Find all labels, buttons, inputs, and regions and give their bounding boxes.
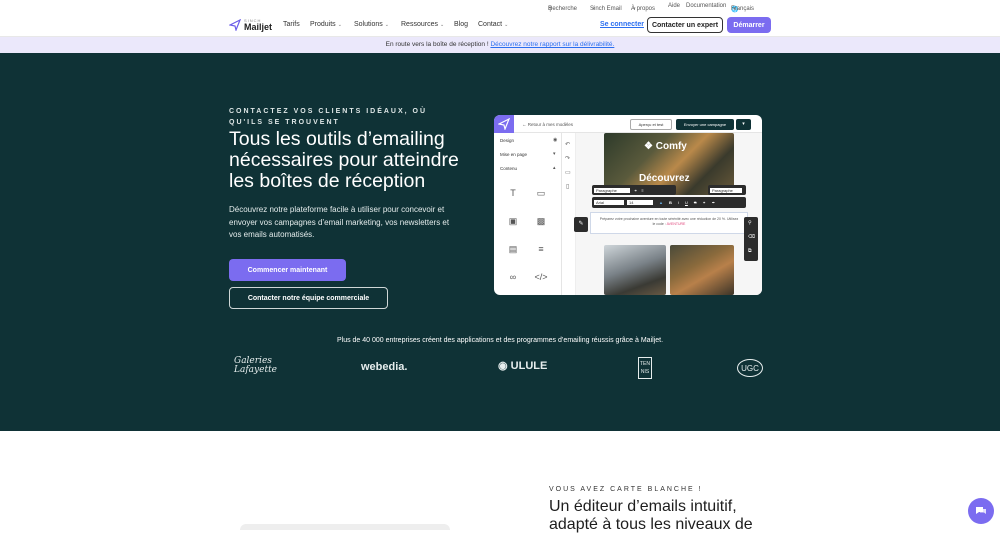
spacer-block-icon: ▤ [508, 243, 518, 254]
mailjet-logo[interactable]: SINCH Mailjet [229, 18, 273, 32]
divider-block-icon: ≡ [538, 244, 544, 254]
email-body-text: Préparez votre prochaine aventure en tou… [590, 212, 748, 234]
button-block-icon: ▭ [536, 187, 546, 198]
help-link[interactable]: Aide [668, 3, 680, 9]
email-editor-preview: ← Retour à mes modèles Aperçu et test En… [494, 115, 762, 295]
chevron-up-icon: ▴ [553, 165, 556, 171]
hero-eyebrow: CONTACTEZ VOS CLIENTS IDÉAUX, OÙ QU'ILS … [229, 108, 428, 126]
align-icon: ≡ [641, 187, 644, 193]
contact-expert-button[interactable]: Contacter un expert [647, 17, 723, 33]
tennis-logo: TEN NIS [638, 357, 652, 379]
hiker-photo [604, 245, 666, 295]
html-block-icon: </> [534, 272, 548, 282]
ulule-mark-icon: ◉ [498, 360, 508, 372]
nav-ressources[interactable]: Ressources ⌄ [401, 21, 444, 28]
email-headline: Découvrez [639, 173, 690, 184]
chevron-down-icon: ⌄ [337, 22, 342, 28]
chat-button[interactable] [968, 498, 994, 524]
login-link[interactable]: Se connecter [600, 21, 644, 28]
social-block-icon: ∞ [509, 272, 517, 282]
desktop-icon: ▭ [565, 170, 571, 176]
brush-icon: ✒ [711, 200, 716, 205]
text-style-toolbar: Paragraphe ⚭ ≡ [592, 185, 676, 195]
hero-description: Découvrez notre plateforme facile à util… [229, 205, 450, 239]
format-toolbar: Arial 14 ▲ B I U S ⚭ ✒ [592, 197, 746, 208]
nav-contact[interactable]: Contact ⌄ [478, 21, 508, 28]
start-now-button[interactable]: Commencer maintenant [229, 259, 346, 281]
hero-section: CONTACTEZ VOS CLIENTS IDÉAUX, OÙ QU'ILS … [0, 53, 1000, 431]
underline-icon: U [684, 200, 688, 205]
link-icon: ⚭ [634, 187, 638, 193]
chevron-down-icon: ▾ [733, 6, 736, 12]
paper-plane-icon [229, 19, 241, 31]
undo-icon: ↶ [565, 142, 571, 148]
nav-tarifs[interactable]: Tarifs [283, 21, 300, 28]
text-color-icon: ▲ [659, 200, 663, 205]
deliverability-report-link[interactable]: Découvrez notre rapport sur la délivrabi… [490, 41, 614, 48]
pencil-icon: ✎ [574, 217, 588, 232]
utility-bar: ⚲ Recherche Sinch Email ▾ À propos ▾ Aide … [0, 0, 1000, 13]
zoom-icon: ⚲ [748, 220, 752, 226]
paper-plane-icon [498, 118, 510, 130]
text-block-icon: T [510, 188, 516, 198]
boots-photo [670, 245, 734, 295]
mobile-icon: ▯ [566, 184, 570, 190]
nav-blog[interactable]: Blog [454, 21, 468, 28]
strikethrough-icon: S [693, 200, 697, 205]
panel-content: Contenu [500, 166, 518, 171]
panel-design: Design [500, 138, 515, 143]
editor-preview-top [240, 524, 450, 530]
image-text-block-icon: ▩ [536, 215, 546, 226]
chevron-down-icon: ⌄ [504, 22, 509, 28]
style-picker: Paragraphe [708, 185, 746, 195]
docs-link[interactable]: Documentation [686, 3, 726, 9]
chat-icon [976, 507, 986, 514]
nav-produits[interactable]: Produits ⌄ [310, 21, 342, 28]
trash-icon: ⌫ [748, 234, 756, 240]
image-block-icon: ▣ [508, 215, 518, 226]
bold-icon: B [668, 200, 672, 205]
italic-icon: I [677, 200, 679, 205]
chevron-down-icon: ⌄ [384, 22, 389, 28]
chevron-down-icon: ⌄ [439, 22, 445, 28]
preview-test-button: Aperçu et test [630, 119, 672, 130]
panel-layout: Mise en page [500, 152, 528, 157]
chevron-down-icon: ▾ [553, 151, 556, 157]
editor-canvas: ❖ Comfy Découvrez Paragraphe ⚭ ≡ Paragra… [576, 133, 762, 295]
chevron-down-icon: ▾ [633, 6, 636, 12]
ulule-logo: ◉ ULULE [498, 360, 548, 372]
block-actions: ⚲ ⌫ ⧉ [744, 217, 758, 261]
start-button[interactable]: Démarrer [727, 17, 771, 33]
section-title: Un éditeur d’emails intuitif, adapté à t… [549, 498, 753, 533]
main-nav: SINCH Mailjet Tarifs Produits ⌄ Solutions… [0, 13, 1000, 37]
webedia-logo: webedia. [361, 361, 408, 373]
comfy-logo: ❖ Comfy [644, 141, 687, 152]
redo-icon: ↷ [565, 156, 571, 162]
chevron-down-icon: ▾ [592, 6, 595, 12]
chevron-down-icon: ▾ [736, 119, 751, 130]
send-campaign-button: Envoyer une campagne [676, 119, 734, 130]
nav-solutions[interactable]: Solutions ⌄ [354, 21, 389, 28]
editor-topbar: ← Retour à mes modèles Aperçu et test En… [494, 115, 762, 133]
contact-sales-button[interactable]: Contacter notre équipe commerciale [229, 287, 388, 309]
back-to-templates: ← Retour à mes modèles [522, 122, 574, 127]
announcement-banner: En route vers la boîte de réception ! Dé… [0, 37, 1000, 53]
galeries-lafayette-logo: Galeries Lafayette [234, 356, 278, 375]
hero-title: Tous les outils d’emailing nécessaires p… [229, 128, 459, 192]
section-eyebrow: VOUS AVEZ CARTE BLANCHE ! [549, 486, 703, 493]
social-proof: Plus de 40 000 entreprises créent des ap… [336, 337, 664, 344]
eye-icon: ◉ [553, 137, 558, 143]
ugc-logo: UGC [737, 359, 763, 377]
duplicate-icon: ⧉ [748, 248, 752, 254]
editor-panel: Design ◉ Mise en page ▾ Contenu ▴ T ▭ ▣ … [494, 133, 562, 295]
editor-tools: ↶ ↷ ▭ ▯ [562, 133, 576, 295]
link-icon: ⚭ [702, 200, 706, 205]
editor-logo [494, 115, 514, 133]
